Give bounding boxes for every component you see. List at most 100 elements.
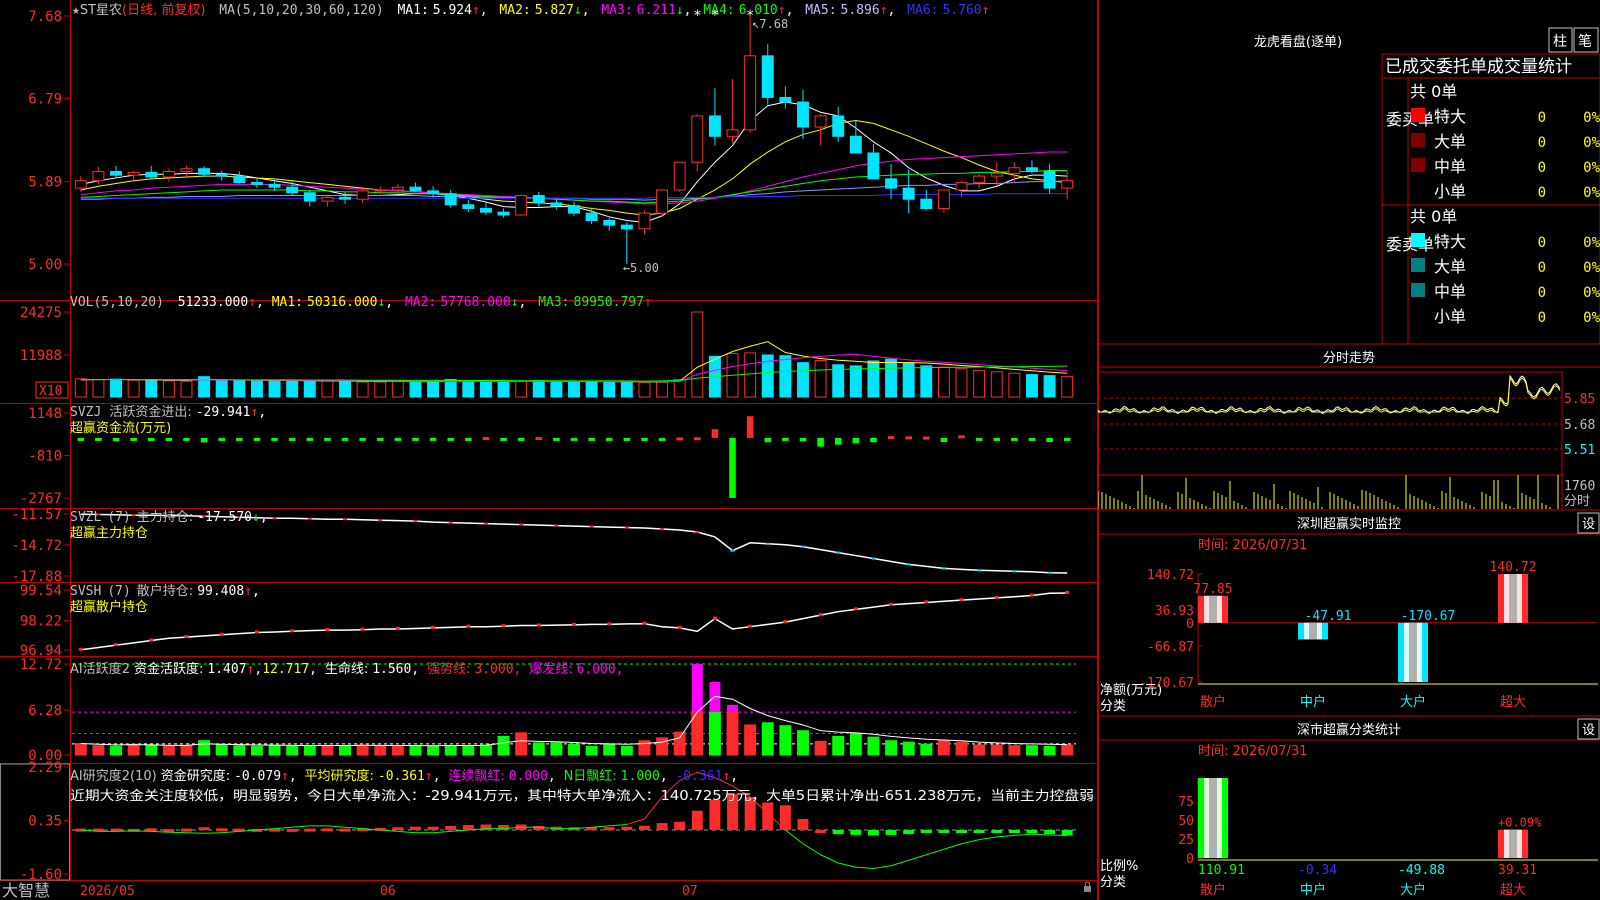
- activity-bar: [250, 745, 263, 756]
- activity-bar: [656, 737, 669, 756]
- star-marker-icon[interactable]: *: [693, 8, 701, 24]
- svzj-legend: SVZJ 活跃资金进出: -29.941↑,: [70, 404, 266, 420]
- fund-flow-bar: [905, 436, 912, 440]
- candle-body: [515, 195, 528, 216]
- volume-bar: [814, 360, 827, 398]
- fund-flow-bar: [324, 437, 331, 441]
- holding-tick: [924, 600, 929, 604]
- intraday-vol-tick: 1760: [1564, 479, 1595, 494]
- volume-bar: [920, 365, 933, 398]
- fund-flow-bar: [447, 437, 454, 441]
- bar-mode-label[interactable]: 柱: [1553, 34, 1567, 50]
- class-bar-core: [1509, 829, 1517, 858]
- holding-tick: [1065, 591, 1070, 594]
- fund-flow-bar: [993, 437, 1001, 441]
- research-line-seg: [838, 862, 856, 868]
- research-bar: [656, 823, 668, 830]
- candle-body: [849, 135, 862, 154]
- research-line-seg: [204, 832, 222, 834]
- class-settings-label[interactable]: 设: [1582, 723, 1595, 738]
- candle-body: [127, 171, 140, 176]
- volume-bar: [250, 380, 263, 398]
- svzl-panel[interactable]: -11.57-14.72-17.88 SVZL (7) 主力持仓: -17.570↓,…: [11, 507, 1068, 585]
- right-panel[interactable]: 龙虎看盘(逐单) 柱 笔 已成交委托单成交量统计 委买单 委卖单 共 0单 共 …: [1098, 0, 1600, 900]
- ai-active-panel[interactable]: 12.726.280.00 AI活跃度2 资金活跃度: 1.407↑,12.717,…: [20, 657, 1076, 764]
- ai-research-panel[interactable]: 2.290.35-1.60 AI研究度2(10) 资金研究度: -0.079↑, 平…: [20, 760, 1094, 883]
- volume-unit-label[interactable]: X10: [39, 384, 62, 399]
- research-bar: [410, 826, 421, 830]
- fund-flow-bar: [341, 437, 349, 441]
- candle-body: [110, 170, 122, 176]
- candle-body: [462, 204, 475, 209]
- class-panel[interactable]: 深市超赢分类统计 设 时间: 2026/07/31 75 50 25 0 110.91 散…: [1098, 715, 1600, 898]
- order-percent: 0%: [1583, 185, 1600, 201]
- activity-bar: [462, 745, 475, 756]
- y-tick-label: -14.72: [11, 538, 62, 554]
- fund-flow-bar: [500, 437, 507, 441]
- kline-panel[interactable]: 7.68 6.79 5.89 5.00 ★ST星农(日线, 前复权) MA(5,10,…: [28, 2, 1074, 275]
- research-line-seg: [591, 825, 610, 828]
- candle-body: [814, 115, 827, 128]
- fund-flow-bar: [553, 437, 560, 441]
- activity-bar: [673, 731, 686, 756]
- monitor-panel[interactable]: 深圳超赢实时监控 设 时间: 2026/07/31 140.7236.930-6…: [1098, 509, 1600, 714]
- tick-mode-label[interactable]: 笔: [1578, 34, 1592, 50]
- svzj-panel[interactable]: 1148 -810 -2767 SVZJ 活跃资金进出: -29.941↑, 超赢资金流…: [20, 404, 1071, 507]
- fund-flow-bar: [588, 437, 595, 441]
- activity-bar: [198, 740, 211, 756]
- lock-icon[interactable]: [1084, 881, 1091, 892]
- fund-flow-bar: [482, 437, 490, 441]
- research-line-seg: [133, 830, 152, 832]
- research-line-seg: [979, 836, 997, 841]
- holding-tick: [712, 616, 717, 620]
- holding-tick: [818, 613, 823, 617]
- class-category-label: 中户: [1300, 882, 1326, 898]
- buy-side-label: 委买单: [1386, 110, 1434, 129]
- order-size-label: 特大: [1434, 232, 1466, 251]
- volume-panel[interactable]: 24275 11988 VOL(5,10,20) 51233.000↑, MA1:…: [20, 295, 1074, 399]
- main-chart-area[interactable]: 7.68 6.79 5.89 5.00 ★ST星农(日线, 前复权) MA(5,10,…: [0, 0, 1098, 900]
- svsh-panel[interactable]: 99.5498.2296.94 SVSH (7) 散户持仓: 99.408↑, 超赢散…: [20, 583, 1070, 659]
- activity-bar: [920, 743, 933, 756]
- monitor-settings-label[interactable]: 设: [1582, 517, 1595, 532]
- candle-body: [444, 193, 457, 206]
- low-price-label: ←5.00: [623, 261, 659, 275]
- fund-flow-bar: [183, 437, 190, 441]
- stock-title: ST星农: [80, 3, 122, 18]
- class-annotation: +0.09%: [1498, 816, 1542, 830]
- holding-tick: [695, 530, 700, 533]
- activity-bar-burst: [727, 704, 738, 713]
- order-color-swatch: [1411, 258, 1425, 272]
- activity-bar: [797, 730, 809, 756]
- activity-line: [80, 695, 1068, 747]
- research-line-seg: [802, 843, 821, 856]
- intraday-panel[interactable]: 分时走势 5.85 5.68 5.51 1760 分时: [1098, 343, 1600, 511]
- monitor-xlabel: 分类: [1100, 699, 1126, 714]
- star-marker-icon[interactable]: *: [746, 8, 754, 24]
- fund-flow-bar: [799, 437, 807, 442]
- fund-flow-bar: [940, 437, 948, 443]
- volume-bar: [1061, 375, 1074, 398]
- star-marker-icon[interactable]: *: [711, 8, 719, 24]
- activity-bar: [515, 732, 528, 756]
- research-bar: [991, 829, 1003, 833]
- activity-bar: [74, 743, 87, 756]
- y-tick-label: 6.28: [28, 703, 62, 719]
- order-percent: 0%: [1583, 260, 1600, 276]
- price-mode: (日线, 前复权): [122, 2, 205, 18]
- dragon-tiger-panel[interactable]: 龙虎看盘(逐单) 柱 笔 已成交委托单成交量统计 委买单 委卖单 共 0单 共 …: [1254, 27, 1600, 345]
- holding-tick: [906, 563, 911, 566]
- research-bar: [304, 828, 316, 832]
- class-xlabel: 分类: [1100, 875, 1126, 890]
- fund-flow-bar: [200, 437, 208, 443]
- research-bar: [216, 828, 228, 832]
- activity-bar: [849, 733, 862, 756]
- research-bar: [832, 829, 844, 835]
- order-count: 0: [1538, 260, 1546, 276]
- research-line-seg: [626, 818, 645, 825]
- kline-candles[interactable]: [74, 16, 1074, 264]
- holding-tick: [853, 607, 858, 611]
- svzl-legend: SVZL (7) 主力持仓: -17.570↓,: [70, 510, 268, 525]
- volume-bar: [656, 381, 669, 398]
- monitor-tick: -66.87: [1147, 640, 1194, 655]
